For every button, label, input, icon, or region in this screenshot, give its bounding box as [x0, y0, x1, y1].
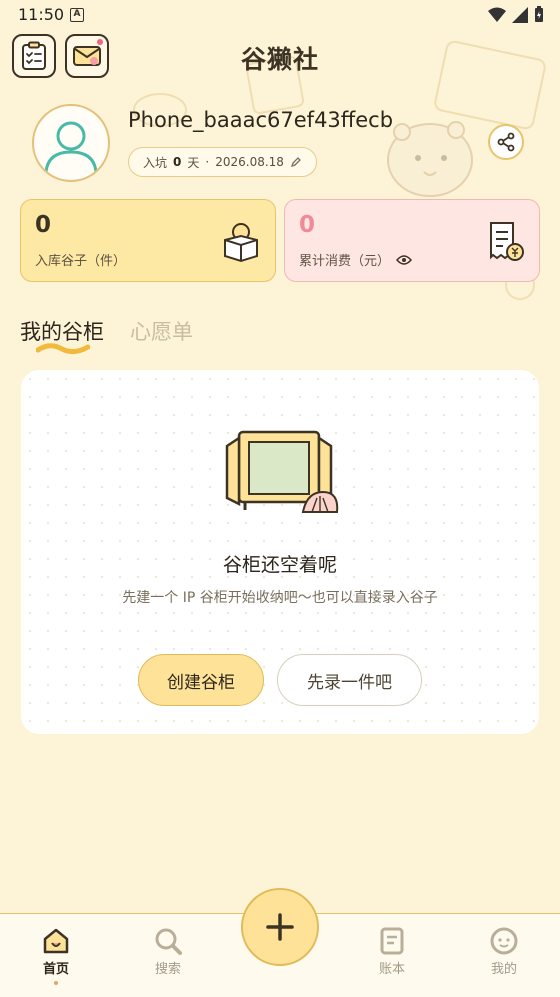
profile-icon [490, 927, 518, 955]
status-bar: 11:50 A [0, 0, 560, 30]
stock-count-label: 入库谷子（件） [35, 250, 126, 269]
stock-count-value: 0 [35, 212, 52, 238]
username: Phone_baaac67ef43ffecb [128, 108, 394, 132]
search-icon [155, 928, 182, 955]
ledger-icon [380, 927, 404, 955]
plus-icon [266, 913, 294, 941]
nav-search[interactable]: 搜索 [128, 924, 208, 977]
home-icon [43, 928, 69, 954]
default-avatar-icon [44, 121, 98, 173]
nav-profile[interactable]: 我的 [464, 924, 544, 977]
empty-state-description: 先建一个 IP 谷柜开始收纳吧～也可以直接录入谷子 [122, 590, 438, 606]
join-prefix: 入坑 [143, 155, 168, 170]
nav-ledger-label: 账本 [378, 962, 405, 977]
nav-search-label: 搜索 [154, 962, 181, 977]
join-date-pill[interactable]: 入坑 0 天 · 2026.08.18 [128, 147, 317, 177]
record-item-button[interactable]: 先录一件吧 [277, 654, 422, 706]
app-title: 谷獭社 [240, 45, 319, 74]
empty-state-title: 谷柜还空着呢 [222, 554, 337, 576]
battery-icon [535, 6, 543, 22]
stock-count-label-text: 入库谷子（件） [35, 254, 127, 269]
empty-cabinet-illustration [225, 430, 339, 513]
edit-icon [290, 157, 301, 168]
avatar[interactable] [32, 104, 110, 182]
nav-active-dot [54, 981, 58, 985]
join-date: 2026.08.18 [215, 155, 284, 169]
status-time: 11:50 [18, 5, 65, 24]
tab-wishlist[interactable]: 心愿单 [130, 316, 193, 346]
total-spend-label-text: 累计消费（元） [299, 254, 391, 269]
total-spend-label: 累计消费（元） [299, 250, 413, 269]
tab-active-indicator [36, 343, 90, 355]
create-cabinet-button[interactable]: 创建谷柜 [138, 654, 264, 706]
add-item-button[interactable] [241, 888, 319, 966]
join-separator: · [205, 155, 210, 169]
total-spend-value: 0 [299, 212, 316, 238]
nav-home-label: 首页 [42, 962, 69, 977]
status-icons [488, 6, 544, 23]
box-icon [224, 223, 258, 263]
empty-cabinet-card: 谷柜还空着呢 先建一个 IP 谷柜开始收纳吧～也可以直接录入谷子 创建谷柜 先录… [21, 370, 539, 734]
nav-ledger[interactable]: 账本 [352, 924, 432, 977]
nav-profile-label: 我的 [490, 962, 517, 977]
nav-home[interactable]: 首页 [16, 924, 96, 985]
join-unit: 天 [187, 155, 200, 170]
share-button[interactable] [488, 124, 524, 160]
join-days: 0 [173, 155, 182, 169]
notification-icon: A [70, 8, 84, 22]
share-icon [497, 132, 515, 152]
wifi-icon [488, 7, 506, 22]
signal-icon [512, 6, 528, 23]
receipt-icon [490, 222, 524, 261]
eye-icon[interactable] [396, 254, 413, 266]
stock-count-card[interactable]: 0 入库谷子（件） [20, 199, 276, 282]
total-spend-card[interactable]: 0 累计消费（元） [284, 199, 540, 282]
